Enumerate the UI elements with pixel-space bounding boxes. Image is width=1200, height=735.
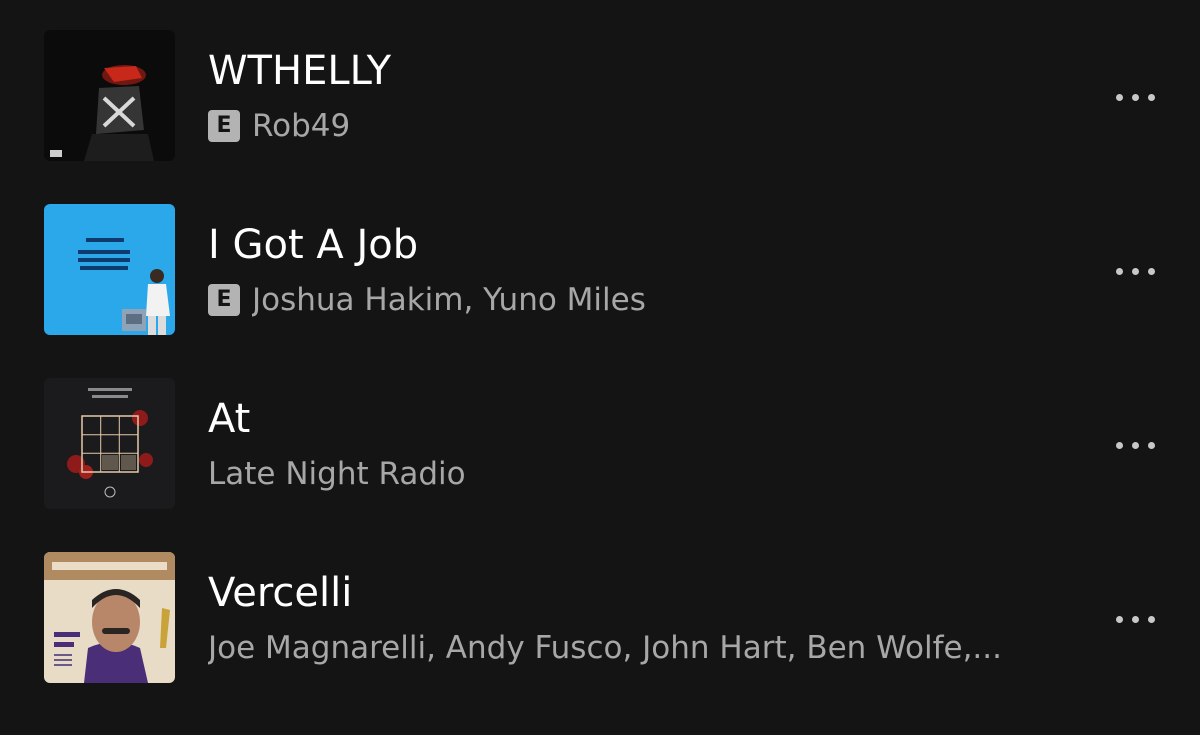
dot xyxy=(1131,441,1139,449)
more-options-icon[interactable] xyxy=(1104,255,1166,287)
track-title: I Got A Job xyxy=(208,222,419,268)
dot xyxy=(1115,93,1123,101)
dot xyxy=(1115,267,1123,275)
track-title: WTHELLY xyxy=(208,48,392,94)
dot xyxy=(1147,93,1155,101)
dot xyxy=(1147,615,1155,623)
album-art xyxy=(44,552,175,683)
dot xyxy=(1131,267,1139,275)
track-subline: E Joshua Hakim, Yuno Miles xyxy=(208,278,646,322)
album-art-magic-trick-portrait-icon xyxy=(44,552,175,683)
track-artists: Joe Magnarelli, Andy Fusco, John Hart, B… xyxy=(208,630,1002,666)
track-artists: Late Night Radio xyxy=(208,456,466,492)
album-art xyxy=(44,378,175,509)
track-title: Vercelli xyxy=(208,570,353,616)
track-row[interactable]: WTHELLY E Rob49 xyxy=(0,0,1200,174)
explicit-badge-icon: E xyxy=(208,284,240,316)
track-list: WTHELLY E Rob49 I Got A Job E Joshua Hak… xyxy=(0,0,1200,735)
dot xyxy=(1131,93,1139,101)
album-art xyxy=(44,204,175,335)
dot xyxy=(1147,441,1155,449)
track-row[interactable]: At Late Night Radio xyxy=(0,348,1200,522)
album-art-blue-person-icon xyxy=(44,204,175,335)
album-art xyxy=(44,30,175,161)
dot xyxy=(1115,441,1123,449)
track-row[interactable]: Vercelli Joe Magnarelli, Andy Fusco, Joh… xyxy=(0,522,1200,696)
track-row[interactable]: I Got A Job E Joshua Hakim, Yuno Miles xyxy=(0,174,1200,348)
dot xyxy=(1131,615,1139,623)
track-title: At xyxy=(208,396,251,442)
track-subline: E Rob49 xyxy=(208,104,350,148)
track-subline: Late Night Radio xyxy=(208,452,466,496)
dot xyxy=(1115,615,1123,623)
explicit-badge-icon: E xyxy=(208,110,240,142)
track-artists: Rob49 xyxy=(252,108,351,144)
more-options-icon[interactable] xyxy=(1104,429,1166,461)
more-options-icon[interactable] xyxy=(1104,81,1166,113)
album-art-love-is-free-grid-icon xyxy=(44,378,175,509)
dot xyxy=(1147,267,1155,275)
more-options-icon[interactable] xyxy=(1104,603,1166,635)
album-art-dark-red-figure-icon xyxy=(44,30,175,161)
track-artists: Joshua Hakim, Yuno Miles xyxy=(252,282,646,318)
track-subline: Joe Magnarelli, Andy Fusco, John Hart, B… xyxy=(208,626,1002,670)
